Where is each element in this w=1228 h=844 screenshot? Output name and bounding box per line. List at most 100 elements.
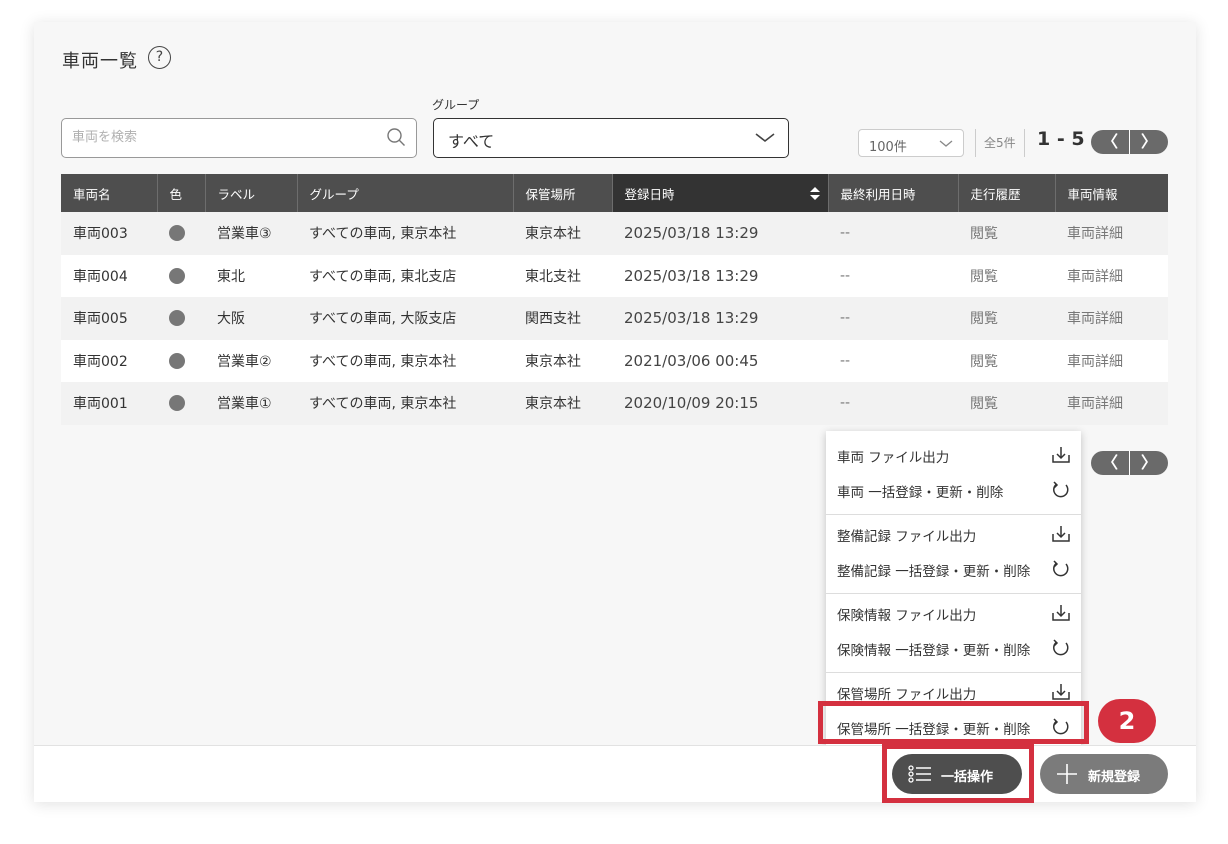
search-icon[interactable]	[386, 127, 406, 147]
vehicle-detail-link[interactable]: 車両詳細	[1055, 382, 1168, 425]
menu-item-label: 整備記録 一括登録・更新・削除	[837, 564, 1031, 580]
history-link[interactable]: 閲覧	[958, 382, 1055, 425]
vehicle-name[interactable]: 車両005	[61, 297, 157, 340]
menu-item-vehicle-export[interactable]: 車両 ファイル出力	[826, 437, 1081, 472]
menu-item-maintenance-export[interactable]: 整備記録 ファイル出力	[826, 516, 1081, 551]
help-icon[interactable]: ?	[148, 46, 171, 69]
color-dot	[169, 267, 185, 284]
location-cell: 東京本社	[525, 226, 581, 243]
table-row[interactable]: 車両003 営業車③ すべての車両, 東京本社 東京本社 2025/03/18 …	[61, 212, 1168, 255]
color-cell	[157, 340, 205, 383]
prev-page-button[interactable]: 〈	[1091, 451, 1130, 475]
last-used-cell: --	[840, 395, 851, 412]
color-cell	[157, 297, 205, 340]
group-cell: すべての車両, 東京本社	[309, 226, 457, 243]
total-count: 全5件	[984, 136, 1016, 150]
registered-cell: 2025/03/18 13:29	[624, 266, 759, 285]
color-dot	[169, 352, 185, 369]
group-select-value: すべて	[448, 132, 495, 151]
history-link[interactable]: 閲覧	[958, 212, 1055, 255]
vehicle-name[interactable]: 車両001	[61, 382, 157, 425]
column-header-label: 登録日時	[624, 186, 675, 202]
table-row[interactable]: 車両005 大阪 すべての車両, 大阪支店 関西支社 2025/03/18 13…	[61, 297, 1168, 340]
color-dot	[169, 395, 185, 412]
menu-item-vehicle-bulk[interactable]: 車両 一括登録・更新・削除	[826, 472, 1081, 507]
group-cell: すべての車両, 東京本社	[309, 353, 457, 370]
column-header[interactable]: 色	[157, 174, 206, 212]
highlight-box-menu-item	[818, 701, 1089, 744]
vehicle-name[interactable]: 車両003	[61, 212, 157, 255]
group-cell: すべての車両, 東京本社	[309, 396, 457, 413]
color-cell	[157, 382, 205, 425]
menu-item-label: 保管場所 ファイル出力	[837, 687, 977, 703]
table-row[interactable]: 車両002 営業車② すべての車両, 東京本社 東京本社 2021/03/06 …	[61, 339, 1168, 383]
next-page-button[interactable]: 〉	[1130, 451, 1168, 475]
vehicle-detail-link[interactable]: 車両詳細	[1055, 255, 1168, 298]
last-used-cell: --	[840, 352, 851, 369]
history-link[interactable]: 閲覧	[958, 255, 1055, 298]
vehicle-name[interactable]: 車両002	[61, 340, 157, 383]
pager-top: 〈 〉	[1091, 130, 1168, 154]
search-input[interactable]	[72, 119, 382, 155]
next-page-button[interactable]: 〉	[1130, 130, 1168, 154]
table-header-row: 車両名 色 ラベル グループ 保管場所 登録日時 最終利用日時 走行履歴 車両情…	[61, 174, 1168, 212]
location-cell: 東京本社	[525, 353, 581, 370]
download-icon	[1052, 684, 1070, 700]
column-header[interactable]: 保管場所	[513, 174, 613, 212]
color-cell	[157, 212, 205, 255]
history-link[interactable]: 閲覧	[958, 340, 1055, 383]
refresh-icon	[1053, 560, 1069, 577]
menu-item-label: 保険情報 一括登録・更新・削除	[837, 643, 1031, 659]
menu-divider	[826, 593, 1081, 594]
new-registration-button[interactable]: 新規登録	[1040, 754, 1168, 794]
column-header[interactable]: 車両情報	[1055, 174, 1168, 212]
per-page-select[interactable]: 100件	[858, 129, 964, 157]
group-filter-label: グループ	[432, 98, 480, 112]
download-icon	[1052, 605, 1070, 621]
column-header[interactable]: ラベル	[205, 174, 298, 212]
search-box	[61, 118, 417, 158]
sort-icon	[809, 187, 820, 200]
vehicle-detail-link[interactable]: 車両詳細	[1055, 340, 1168, 383]
per-page-value: 100件	[869, 140, 907, 155]
column-header-sorted[interactable]: 登録日時	[612, 174, 829, 212]
pager-bottom: 〈 〉	[1091, 451, 1168, 475]
menu-item-insurance-bulk[interactable]: 保険情報 一括登録・更新・削除	[826, 630, 1081, 665]
location-cell: 関西支社	[525, 311, 581, 328]
last-used-cell: --	[840, 310, 851, 327]
group-cell: すべての車両, 大阪支店	[309, 311, 457, 328]
download-icon	[1052, 447, 1070, 463]
menu-item-label: 整備記録 ファイル出力	[837, 529, 977, 545]
table-row[interactable]: 車両001 営業車① すべての車両, 東京本社 東京本社 2020/10/09 …	[61, 382, 1168, 425]
location-cell: 東京本社	[525, 396, 581, 413]
divider	[1024, 129, 1025, 157]
label-cell: 営業車①	[217, 396, 272, 413]
group-cell: すべての車両, 東北支店	[309, 268, 457, 285]
divider	[975, 129, 976, 157]
table-row[interactable]: 車両004 東北 すべての車両, 東北支店 東北支社 2025/03/18 13…	[61, 254, 1168, 298]
vehicle-name[interactable]: 車両004	[61, 255, 157, 298]
prev-page-button[interactable]: 〈	[1091, 130, 1130, 154]
vehicle-detail-link[interactable]: 車両詳細	[1055, 297, 1168, 340]
page-range: 1 - 5	[1037, 128, 1085, 150]
vehicle-detail-link[interactable]: 車両詳細	[1055, 212, 1168, 255]
menu-divider	[826, 514, 1081, 515]
menu-item-maintenance-bulk[interactable]: 整備記録 一括登録・更新・削除	[826, 551, 1081, 586]
refresh-icon	[1053, 481, 1069, 498]
plus-icon	[1057, 764, 1077, 784]
page-title: 車両一覧	[62, 51, 138, 72]
column-header[interactable]: グループ	[297, 174, 514, 212]
column-header[interactable]: 車両名	[61, 174, 158, 212]
column-header[interactable]: 最終利用日時	[828, 174, 959, 212]
registered-cell: 2025/03/18 13:29	[624, 309, 759, 328]
menu-item-insurance-export[interactable]: 保険情報 ファイル出力	[826, 595, 1081, 630]
vehicle-table: 車両名 色 ラベル グループ 保管場所 登録日時 最終利用日時 走行履歴 車両情…	[61, 174, 1168, 425]
download-icon	[1052, 526, 1070, 542]
location-cell: 東北支社	[525, 268, 581, 285]
history-link[interactable]: 閲覧	[958, 297, 1055, 340]
column-header[interactable]: 走行履歴	[958, 174, 1056, 212]
group-select[interactable]: すべて	[433, 118, 789, 158]
label-cell: 大阪	[217, 311, 245, 328]
chevron-down-icon	[755, 133, 775, 143]
menu-item-label: 車両 ファイル出力	[837, 450, 950, 466]
